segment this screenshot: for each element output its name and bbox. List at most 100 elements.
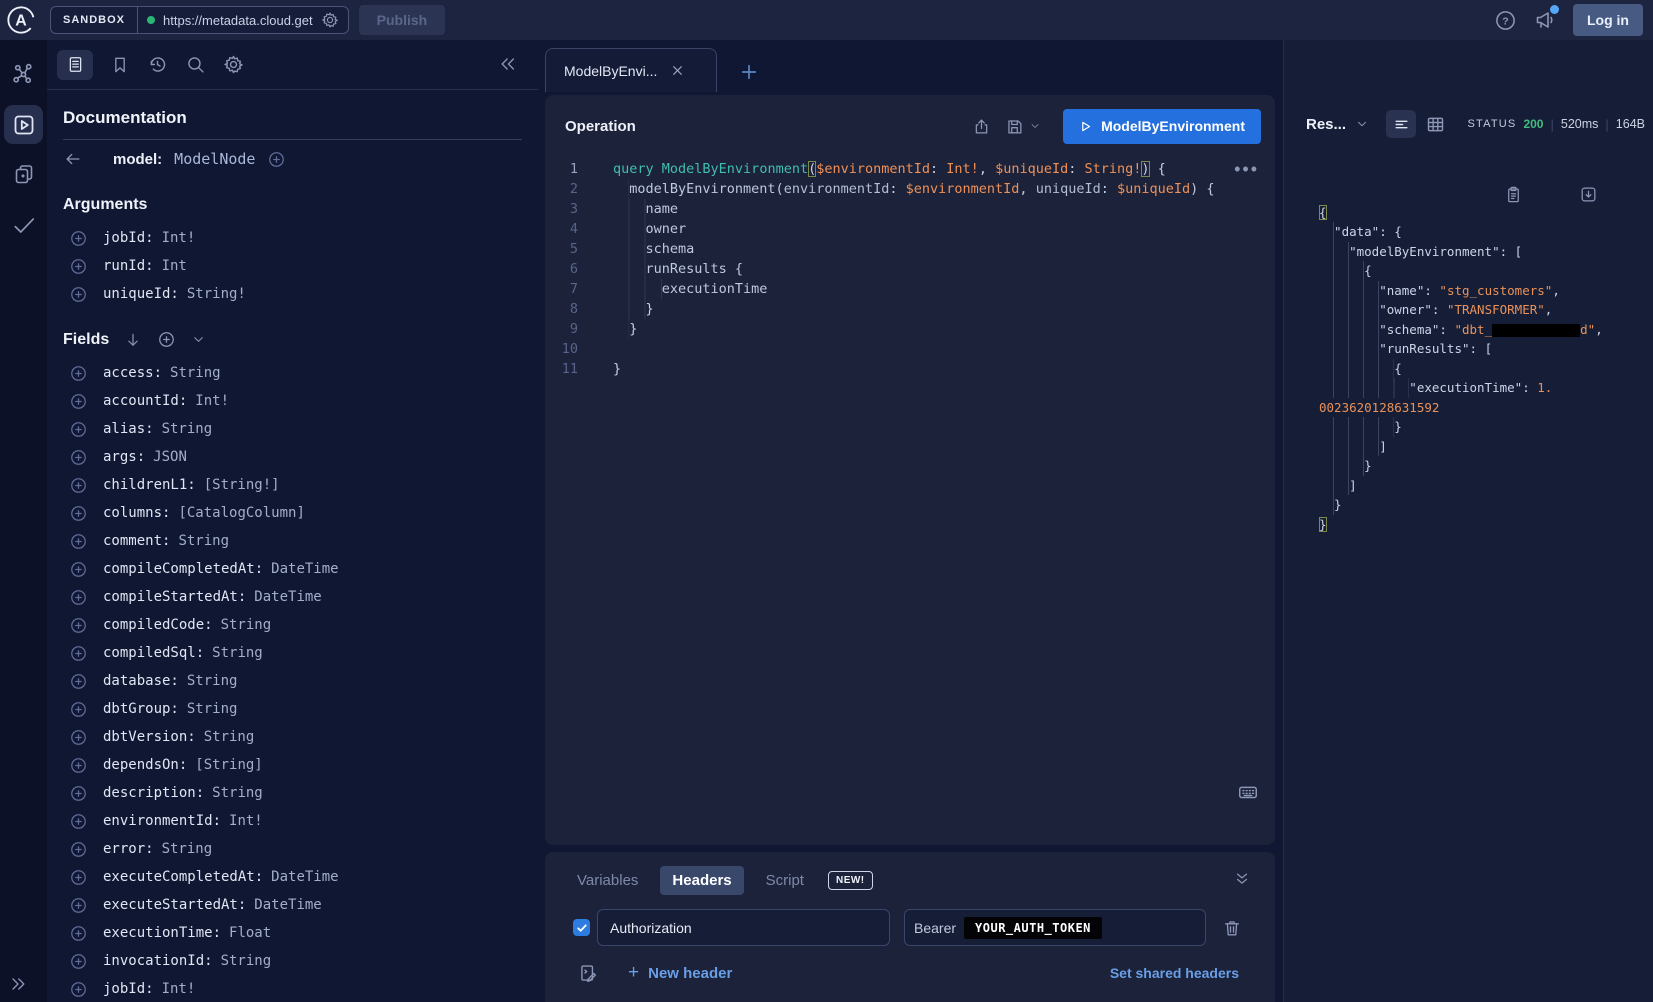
field-row[interactable]: compileCompletedAt:DateTime — [63, 555, 522, 583]
editor-overflow-menu-icon[interactable]: ••• — [1234, 159, 1259, 180]
table-view-toggle[interactable] — [1425, 114, 1446, 135]
header-key-input[interactable]: Authorization — [597, 909, 890, 946]
sort-fields-icon[interactable] — [124, 331, 142, 349]
apollo-logo-icon[interactable]: A — [6, 5, 36, 35]
add-to-query-icon[interactable] — [69, 980, 88, 999]
save-chevron-icon[interactable] — [1029, 120, 1041, 132]
code-line[interactable]: name — [613, 199, 1215, 219]
field-row[interactable]: executeCompletedAt:DateTime — [63, 863, 522, 891]
schema-icon[interactable] — [11, 62, 36, 87]
download-response-icon[interactable] — [1579, 146, 1639, 243]
editor-code[interactable]: query ModelByEnvironment($environmentId:… — [613, 159, 1215, 379]
edit-raw-headers-icon[interactable] — [578, 963, 599, 984]
field-row[interactable]: description:String — [63, 779, 522, 807]
add-to-query-icon[interactable] — [69, 700, 88, 719]
field-row[interactable]: dbtVersion:String — [63, 723, 522, 751]
add-to-query-icon[interactable] — [69, 756, 88, 775]
collections-icon[interactable] — [12, 162, 36, 186]
add-all-fields-icon[interactable] — [267, 150, 286, 169]
field-row[interactable]: compileStartedAt:DateTime — [63, 583, 522, 611]
add-to-query-icon[interactable] — [69, 784, 88, 803]
add-to-query-icon[interactable] — [69, 476, 88, 495]
code-line[interactable]: } — [613, 299, 1215, 319]
add-to-query-icon[interactable] — [69, 924, 88, 943]
add-to-query-icon[interactable] — [69, 420, 88, 439]
field-row[interactable]: executionTime:Float — [63, 919, 522, 947]
response-chevron-icon[interactable] — [1355, 117, 1369, 131]
checks-icon[interactable] — [11, 212, 37, 238]
endpoint-url[interactable]: https://metadata.cloud.get — [163, 13, 313, 28]
field-row[interactable]: environmentId:Int! — [63, 807, 522, 835]
add-to-query-icon[interactable] — [69, 840, 88, 859]
endpoint-settings-icon[interactable] — [321, 11, 339, 29]
field-row[interactable]: childrenL1:[String!] — [63, 471, 522, 499]
publish-button[interactable]: Publish — [359, 5, 446, 35]
add-to-query-icon[interactable] — [69, 728, 88, 747]
set-shared-headers-link[interactable]: Set shared headers — [1110, 965, 1239, 981]
bookmarks-icon[interactable] — [110, 55, 130, 75]
field-row[interactable]: columns:[CatalogColumn] — [63, 499, 522, 527]
field-row[interactable]: accountId:Int! — [63, 387, 522, 415]
add-to-query-icon[interactable] — [69, 364, 88, 383]
close-tab-icon[interactable] — [671, 64, 684, 77]
field-row[interactable]: invocationId:String — [63, 947, 522, 975]
code-line[interactable]: executionTime — [613, 279, 1215, 299]
field-row[interactable]: alias:String — [63, 415, 522, 443]
endpoint-input[interactable]: https://metadata.cloud.get — [138, 7, 348, 33]
add-to-query-icon[interactable] — [69, 560, 88, 579]
help-icon[interactable]: ? — [1494, 9, 1517, 32]
header-enabled-checkbox[interactable] — [573, 919, 590, 936]
delete-header-icon[interactable] — [1222, 918, 1242, 938]
field-row[interactable]: executeStartedAt:DateTime — [63, 891, 522, 919]
field-row[interactable]: compiledCode:String — [63, 611, 522, 639]
explorer-icon[interactable] — [4, 105, 43, 144]
tab-variables[interactable]: Variables — [565, 866, 650, 895]
login-button[interactable]: Log in — [1573, 4, 1643, 36]
tab-headers[interactable]: Headers — [660, 866, 743, 895]
operation-tab[interactable]: ModelByEnvi... — [545, 48, 717, 92]
documentation-tab-icon[interactable] — [57, 50, 93, 80]
add-to-query-icon[interactable] — [69, 952, 88, 971]
header-value-input[interactable]: Bearer YOUR_AUTH_TOKEN — [904, 909, 1206, 946]
field-row[interactable]: comment:String — [63, 527, 522, 555]
add-to-query-icon[interactable] — [69, 504, 88, 523]
search-icon[interactable] — [185, 54, 206, 75]
field-row[interactable]: dependsOn:[String] — [63, 751, 522, 779]
announcements-icon[interactable] — [1533, 8, 1557, 32]
new-header-button[interactable]: + New header — [628, 962, 732, 984]
field-row[interactable]: database:String — [63, 667, 522, 695]
add-to-query-icon[interactable] — [69, 285, 88, 304]
collapse-docs-icon[interactable] — [498, 54, 518, 74]
add-to-query-icon[interactable] — [69, 392, 88, 411]
field-row[interactable]: args:JSON — [63, 443, 522, 471]
add-to-query-icon[interactable] — [69, 588, 88, 607]
add-to-query-icon[interactable] — [69, 896, 88, 915]
field-row[interactable]: jobId:Int! — [63, 975, 522, 1002]
share-operation-icon[interactable] — [972, 117, 991, 136]
field-row[interactable]: runId:Int — [63, 252, 522, 280]
field-row[interactable]: dbtGroup:String — [63, 695, 522, 723]
back-icon[interactable] — [63, 149, 83, 169]
query-editor[interactable]: 1234567891011 query ModelByEnvironment($… — [545, 159, 1275, 379]
code-line[interactable]: query ModelByEnvironment($environmentId:… — [613, 159, 1215, 179]
field-row[interactable]: error:String — [63, 835, 522, 863]
history-icon[interactable] — [147, 54, 168, 75]
field-row[interactable]: jobId:Int! — [63, 224, 522, 252]
tab-script[interactable]: Script — [754, 866, 816, 895]
keyboard-shortcuts-icon[interactable] — [1237, 781, 1259, 803]
code-line[interactable]: } — [613, 319, 1215, 339]
add-to-query-icon[interactable] — [69, 229, 88, 248]
response-json[interactable]: {"data": {"modelByEnvironment": [{"name"… — [1284, 144, 1653, 573]
add-to-query-icon[interactable] — [69, 257, 88, 276]
add-to-query-icon[interactable] — [69, 532, 88, 551]
field-row[interactable]: access:String — [63, 359, 522, 387]
code-line[interactable]: owner — [613, 219, 1215, 239]
collapse-request-panel-icon[interactable] — [1233, 870, 1251, 888]
add-to-query-icon[interactable] — [69, 868, 88, 887]
fields-chevron-icon[interactable] — [191, 332, 206, 347]
tree-view-toggle[interactable] — [1386, 110, 1416, 138]
save-operation-icon[interactable] — [1005, 117, 1024, 136]
settings-icon[interactable] — [223, 54, 244, 75]
code-line[interactable]: } — [613, 359, 1215, 379]
code-line[interactable] — [613, 339, 1215, 359]
